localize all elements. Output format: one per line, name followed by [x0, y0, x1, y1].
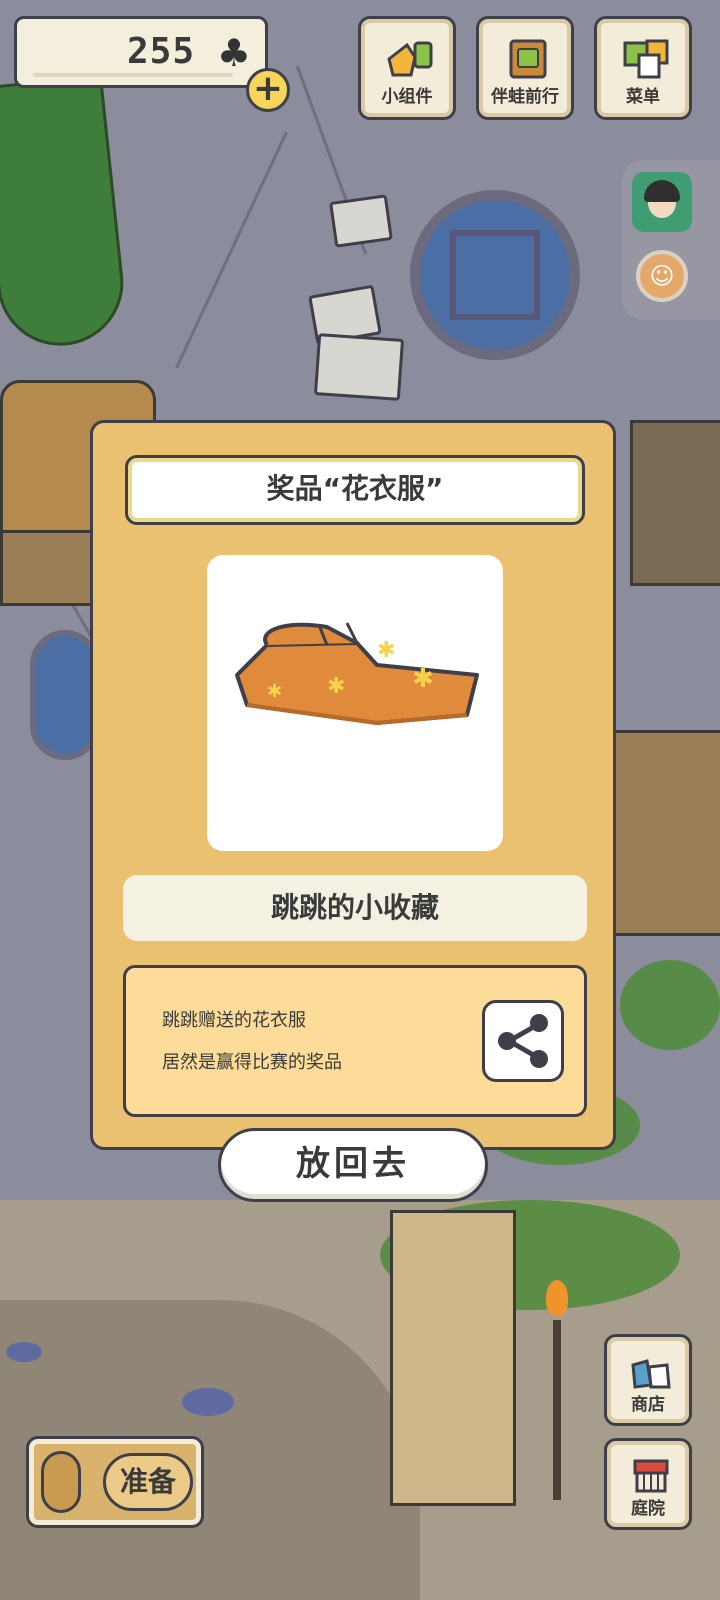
- svg-text:✱: ✱: [327, 674, 345, 699]
- shelf: [630, 420, 720, 586]
- collection-name: 跳跳的小收藏: [123, 875, 587, 941]
- journey-label: 伴蛙前行: [491, 87, 559, 107]
- round-window: [410, 190, 580, 360]
- svg-text:✱: ✱: [412, 664, 434, 694]
- prepare-label: 准备: [103, 1453, 193, 1511]
- item-description: 跳跳赠送的花衣服 居然是赢得比赛的奖品: [123, 965, 587, 1117]
- svg-text:✱: ✱: [267, 681, 282, 702]
- shop-button[interactable]: 商店: [604, 1334, 692, 1426]
- shelf: [610, 730, 720, 936]
- item-detail-modal: 奖品“花衣服” ✱ ✱ ✱ ✱ 跳跳的小收藏 跳跳赠送的花衣服 居然是赢得比赛的…: [90, 420, 616, 1150]
- add-clover-button[interactable]: +: [246, 68, 290, 112]
- pinned-note: [329, 194, 393, 248]
- candle-lamp: [544, 1280, 570, 1500]
- avatar-hair: [644, 180, 680, 202]
- item-image-frame: ✱ ✱ ✱ ✱: [207, 555, 503, 851]
- description-line: 居然是赢得比赛的奖品: [162, 1052, 342, 1073]
- put-back-button[interactable]: 放回去: [218, 1128, 488, 1202]
- folding-screen: [390, 1210, 516, 1506]
- journey-book-icon: [509, 39, 547, 79]
- modal-title: 奖品“花衣服”: [125, 455, 585, 525]
- counter-underline: [33, 73, 233, 77]
- log-icon: [41, 1451, 81, 1513]
- accessibility-icon: ☺: [649, 262, 675, 290]
- description-line: 跳跳赠送的花衣服: [162, 1010, 306, 1031]
- journey-button[interactable]: 伴蛙前行: [476, 16, 574, 120]
- pebble: [182, 1388, 234, 1416]
- shop-label: 商店: [631, 1395, 665, 1415]
- widget-button[interactable]: 小组件: [358, 16, 456, 120]
- yard-label: 庭院: [631, 1499, 665, 1519]
- pinned-note: [313, 333, 405, 401]
- yard-gate-icon: [633, 1459, 669, 1493]
- svg-text:✱: ✱: [377, 638, 395, 663]
- lamp-stand: [553, 1320, 561, 1500]
- yard-button[interactable]: 庭院: [604, 1438, 692, 1530]
- pebble: [6, 1342, 42, 1362]
- flame: [546, 1280, 568, 1316]
- clover-counter: 255 ♣: [14, 16, 268, 88]
- prepare-button[interactable]: 准备: [26, 1436, 204, 1528]
- menu-label: 菜单: [626, 87, 660, 107]
- clover-count: 255: [126, 31, 195, 72]
- menu-button[interactable]: 菜单: [594, 16, 692, 120]
- widget-label: 小组件: [381, 87, 433, 107]
- accessibility-button[interactable]: ☺: [636, 250, 688, 302]
- shop-bag-icon: [631, 1359, 671, 1389]
- grass-patch: [620, 960, 720, 1050]
- clover-icon: ♣: [216, 31, 251, 75]
- flower-clothes-icon: ✱ ✱ ✱ ✱: [235, 622, 479, 726]
- share-button[interactable]: [482, 1000, 564, 1082]
- widget-icon: [387, 41, 433, 77]
- profile-avatar[interactable]: [632, 172, 692, 232]
- share-icon: [498, 1014, 548, 1068]
- menu-cards-icon: [623, 39, 669, 79]
